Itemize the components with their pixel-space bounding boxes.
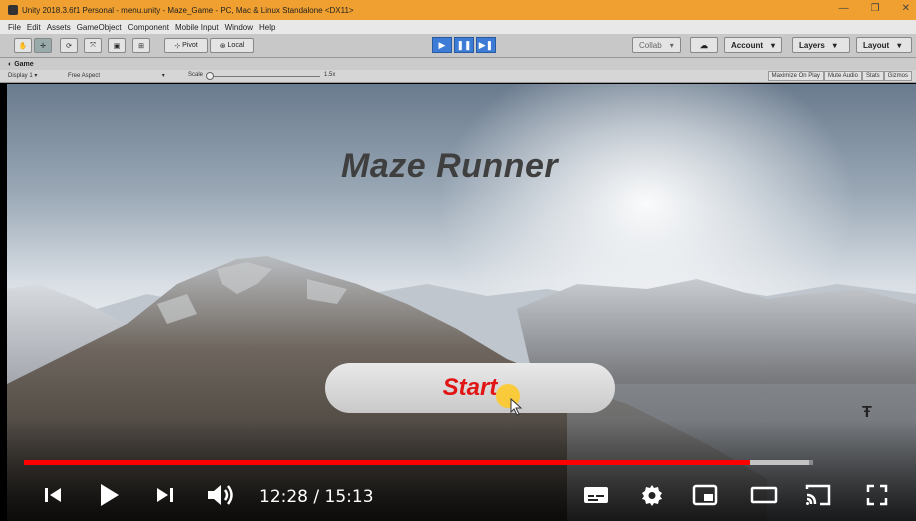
game-view-toolbar: Display 1 ▾ Free Aspect ▾ Scale 1.5x Max…: [0, 70, 916, 83]
start-button[interactable]: Start: [325, 363, 615, 413]
scale-label: Scale: [188, 72, 204, 78]
chevron-down-icon: ▾: [669, 40, 674, 50]
gear-icon: [642, 485, 662, 506]
settings-button[interactable]: [638, 480, 666, 510]
menu-file[interactable]: File: [8, 23, 21, 32]
menu-gameobject[interactable]: GameObject: [77, 23, 122, 32]
play-button[interactable]: ▶: [432, 37, 452, 53]
theater-mode-icon: [750, 486, 778, 504]
local-label: Local: [227, 42, 245, 49]
pivot-toggle[interactable]: ⊹ Pivot: [164, 38, 208, 53]
aspect-label: Free Aspect: [68, 73, 101, 79]
menu-assets[interactable]: Assets: [47, 23, 71, 32]
collab-label: Collab: [639, 40, 662, 50]
subtitles-button[interactable]: [582, 480, 610, 510]
chevron-down-icon: ▾: [897, 40, 902, 50]
rect-tool-icon[interactable]: ▣: [108, 38, 126, 53]
unity-title-bar: Unity 2018.3.6f1 Personal - menu.unity -…: [0, 0, 916, 20]
window-title: Unity 2018.3.6f1 Personal - menu.unity -…: [22, 5, 354, 15]
miniplayer-icon: [692, 484, 718, 506]
miniplayer-button[interactable]: [690, 480, 720, 510]
cloud-icon: ☁: [700, 40, 708, 50]
play-pause-button[interactable]: [94, 480, 124, 510]
volume-button[interactable]: [204, 480, 240, 510]
play-icon: ▶: [438, 39, 446, 50]
scale-value: 1.5x: [324, 72, 336, 78]
scale-tool-icon[interactable]: ⤧: [84, 38, 102, 53]
next-button[interactable]: [150, 480, 180, 510]
pivot-label: Pivot: [182, 42, 198, 49]
hand-tool-icon[interactable]: ✋: [14, 38, 32, 53]
previous-icon: [45, 488, 61, 502]
game-tab-label: Game: [14, 60, 34, 68]
display-label: Display 1: [8, 73, 33, 79]
volume-icon: [208, 485, 233, 505]
stats-toggle[interactable]: Stats: [861, 71, 884, 81]
scale-slider-track[interactable]: [210, 76, 320, 77]
account-dropdown[interactable]: Account ▾: [724, 37, 783, 53]
menu-edit[interactable]: Edit: [27, 23, 41, 32]
unity-toolbar: ✋ ✛ ⟳ ⤧ ▣ ⊞ ⊹ Pivot ⊛ Local ▶ ❚❚ ▶❚ Coll…: [0, 34, 916, 58]
menu-component[interactable]: Component: [128, 23, 169, 32]
theater-mode-button[interactable]: [748, 480, 780, 510]
display-dropdown[interactable]: Display 1 ▾: [8, 72, 37, 79]
minimize-button[interactable]: —: [839, 3, 849, 14]
rotate-tool-icon[interactable]: ⟳: [60, 38, 78, 53]
chevron-down-icon: ▾: [832, 40, 837, 50]
maximize-on-play-toggle[interactable]: Maximize On Play: [767, 71, 824, 81]
play-icon: [101, 484, 119, 506]
game-title: Maze Runner: [341, 147, 559, 185]
cloud-button[interactable]: ☁: [690, 37, 718, 53]
collab-dropdown[interactable]: Collab ▾: [632, 37, 681, 53]
local-icon: ⊛: [219, 42, 228, 50]
move-tool-icon[interactable]: ✛: [34, 38, 52, 53]
cast-icon: [805, 484, 831, 506]
account-label: Account: [731, 40, 763, 50]
next-icon: [157, 488, 173, 502]
aspect-dropdown[interactable]: Free Aspect ▾: [68, 72, 165, 79]
menu-window[interactable]: Window: [225, 23, 253, 32]
chevron-down-icon: ▾: [771, 40, 776, 50]
pause-button[interactable]: ❚❚: [454, 37, 474, 53]
menu-help[interactable]: Help: [259, 23, 275, 32]
time-display: 12:28 / 15:13: [259, 487, 374, 507]
start-label: Start: [442, 374, 498, 401]
step-icon: ▶❚: [478, 39, 494, 50]
transform-tool-icon[interactable]: ⊞: [132, 38, 150, 53]
progress-bar[interactable]: [24, 460, 813, 465]
layout-dropdown[interactable]: Layout ▾: [856, 37, 912, 53]
fullscreen-button[interactable]: [862, 480, 892, 510]
subtitles-icon: [584, 487, 608, 503]
unity-logo-icon: [8, 5, 18, 15]
layout-label: Layout: [863, 40, 890, 50]
menu-mobile-input[interactable]: Mobile Input: [175, 23, 219, 32]
layers-dropdown[interactable]: Layers ▾: [792, 37, 850, 53]
maximize-button[interactable]: ❐: [871, 3, 880, 14]
progress-played: [24, 460, 750, 465]
gizmos-toggle[interactable]: Gizmos: [883, 71, 912, 81]
step-button[interactable]: ▶❚: [476, 37, 496, 53]
close-button[interactable]: ✕: [902, 3, 910, 14]
fullscreen-icon: [866, 484, 888, 506]
mute-audio-toggle[interactable]: Mute Audio: [823, 71, 862, 81]
local-toggle[interactable]: ⊛ Local: [210, 38, 254, 53]
pause-icon: ❚❚: [456, 39, 472, 50]
scale-slider-handle[interactable]: [206, 72, 214, 80]
player-controls: 12:28 / 15:13: [0, 470, 916, 520]
pivot-icon: ⊹: [174, 42, 183, 50]
mouse-cursor-icon: [510, 398, 523, 416]
previous-button[interactable]: [38, 480, 68, 510]
cast-button[interactable]: [802, 480, 834, 510]
game-tab[interactable]: ◐ Game: [0, 58, 916, 70]
menu-bar: File Edit Assets GameObject Component Mo…: [0, 20, 916, 34]
layers-label: Layers: [799, 40, 825, 50]
